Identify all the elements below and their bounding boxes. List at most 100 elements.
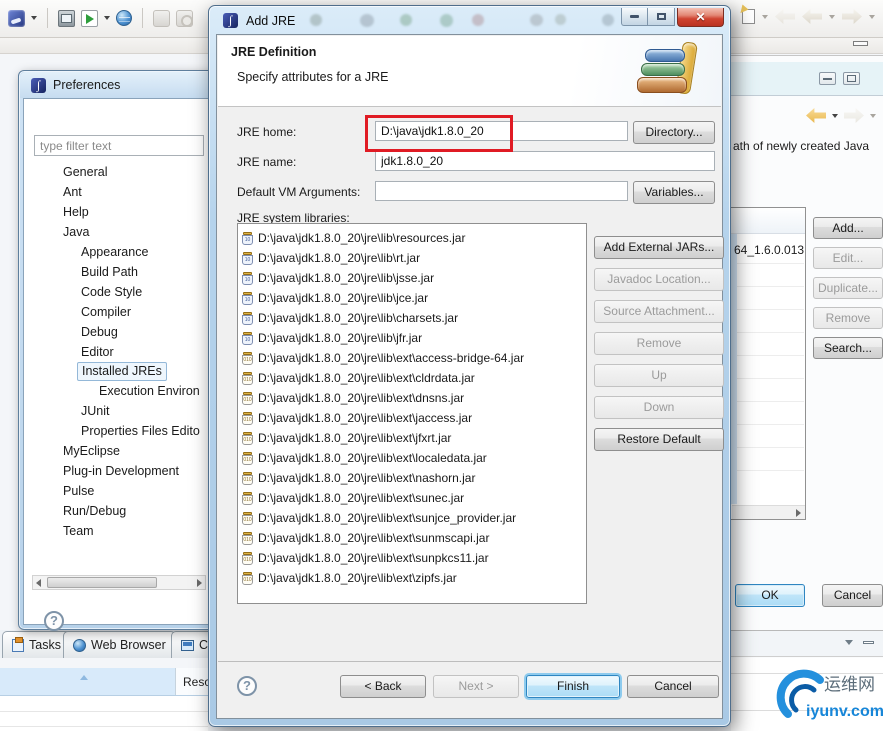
jre-table-row[interactable]: 64_1.6.0.013 [734, 243, 806, 257]
pref-tree-item-junit[interactable]: JUnit [81, 401, 109, 421]
source-attachment-button[interactable]: Source Attachment... [594, 300, 724, 323]
remove-button[interactable]: Remove [594, 332, 724, 355]
view-minimize-icon[interactable] [863, 641, 874, 644]
back-dropdown-icon[interactable] [829, 15, 835, 19]
jre-add-button[interactable]: Add... [813, 217, 883, 239]
jre-search-button[interactable]: Search... [813, 337, 883, 359]
pref-back-dropdown-icon[interactable] [832, 114, 838, 118]
web-browser-toolbar-icon[interactable] [116, 10, 132, 26]
pref-tree-item-ant[interactable]: Ant [63, 182, 82, 202]
view-menu-icon[interactable] [845, 640, 853, 645]
tab-tasks[interactable]: Tasks [2, 631, 71, 658]
run-server-icon[interactable] [81, 10, 98, 27]
scroll-right-icon[interactable] [197, 579, 202, 587]
tab-web-browser[interactable]: Web Browser [63, 631, 176, 658]
pref-tree-item-run-debug[interactable]: Run/Debug [63, 501, 126, 521]
variables-button[interactable]: Variables... [633, 181, 715, 204]
pref-forward-dropdown-icon[interactable] [870, 114, 876, 118]
library-list-item[interactable]: D:\java\jdk1.8.0_20\jre\lib\ext\cldrdata… [242, 368, 586, 388]
nav-dropdown-icon[interactable] [762, 15, 768, 19]
wizard-back-button[interactable]: < Back [340, 675, 426, 698]
pref-tree-item-code-style[interactable]: Code Style [81, 282, 142, 302]
filter-input[interactable] [34, 135, 204, 156]
pref-back-icon[interactable] [806, 108, 826, 123]
pref-tree-item-general[interactable]: General [63, 162, 107, 182]
jre-libraries-list[interactable]: D:\java\jdk1.8.0_20\jre\lib\resources.ja… [237, 223, 587, 604]
pref-tree-item-appearance[interactable]: Appearance [81, 242, 148, 262]
myeclipse-wizard-icon[interactable] [8, 10, 25, 27]
tree-hscrollbar[interactable] [32, 575, 206, 590]
tasks-table-header[interactable]: Reso [0, 668, 208, 696]
forward-dropdown-icon[interactable] [869, 15, 875, 19]
forward-icon[interactable] [842, 9, 862, 24]
back-icon[interactable] [802, 9, 822, 24]
back-disabled-icon[interactable] [775, 9, 795, 24]
deploy-server-icon[interactable] [58, 10, 75, 27]
pref-tree-item-installed-jres[interactable]: Installed JREs [77, 362, 167, 381]
ok-button[interactable]: OK [735, 584, 805, 607]
jre-edit-button[interactable]: Edit... [813, 247, 883, 269]
library-list-item[interactable]: D:\java\jdk1.8.0_20\jre\lib\ext\zipfs.ja… [242, 568, 586, 588]
wizard-finish-button[interactable]: Finish [526, 675, 620, 698]
wizard-next-button[interactable]: Next > [433, 675, 519, 698]
library-list-item[interactable]: D:\java\jdk1.8.0_20\jre\lib\ext\dnsns.ja… [242, 388, 586, 408]
publish-icon[interactable] [153, 10, 170, 27]
view-minimize-icon[interactable] [819, 72, 836, 85]
library-list-item[interactable]: D:\java\jdk1.8.0_20\jre\lib\jce.jar [242, 288, 586, 308]
pref-forward-icon[interactable] [844, 108, 864, 123]
library-list-item[interactable]: D:\java\jdk1.8.0_20\jre\lib\ext\nashorn.… [242, 468, 586, 488]
vm-arguments-input[interactable] [375, 181, 628, 201]
pref-tree-item-help[interactable]: Help [63, 202, 89, 222]
up-button[interactable]: Up [594, 364, 724, 387]
pref-tree-item-editor[interactable]: Editor [81, 342, 114, 362]
library-list-item[interactable]: D:\java\jdk1.8.0_20\jre\lib\ext\sunmscap… [242, 528, 586, 548]
minimized-view-bar[interactable] [853, 41, 868, 46]
library-list-item[interactable]: D:\java\jdk1.8.0_20\jre\lib\resources.ja… [242, 228, 586, 248]
library-list-item[interactable]: D:\java\jdk1.8.0_20\jre\lib\ext\jfxrt.ja… [242, 428, 586, 448]
view-maximize-icon[interactable] [843, 72, 860, 85]
library-list-item[interactable]: D:\java\jdk1.8.0_20\jre\lib\ext\sunec.ja… [242, 488, 586, 508]
jre-table-hscrollbar[interactable] [732, 505, 805, 519]
pref-tree-item-build-path[interactable]: Build Path [81, 262, 138, 282]
help-icon[interactable]: ? [44, 611, 64, 631]
pref-tree-item-plug-in-development[interactable]: Plug-in Development [63, 461, 179, 481]
jre-name-input[interactable] [375, 151, 715, 171]
library-list-item[interactable]: D:\java\jdk1.8.0_20\jre\lib\jsse.jar [242, 268, 586, 288]
minimize-icon[interactable] [621, 8, 648, 26]
run-dropdown-icon[interactable] [104, 16, 110, 20]
pref-tree-item-pulse[interactable]: Pulse [63, 481, 94, 501]
close-icon[interactable]: ✕ [677, 8, 724, 27]
help-icon[interactable]: ? [237, 676, 257, 696]
library-list-item[interactable]: D:\java\jdk1.8.0_20\jre\lib\jfr.jar [242, 328, 586, 348]
library-list-item[interactable]: D:\java\jdk1.8.0_20\jre\lib\ext\access-b… [242, 348, 586, 368]
jre-remove-button[interactable]: Remove [813, 307, 883, 329]
library-list-item[interactable]: D:\java\jdk1.8.0_20\jre\lib\charsets.jar [242, 308, 586, 328]
scroll-right-icon[interactable] [796, 509, 801, 517]
pref-tree-item-myeclipse[interactable]: MyEclipse [63, 441, 120, 461]
tasks-column-header-label[interactable]: Reso [183, 675, 211, 689]
pref-tree-item-properties-files-edito[interactable]: Properties Files Edito [81, 421, 200, 441]
cancel-button[interactable]: Cancel [822, 584, 883, 607]
library-list-item[interactable]: D:\java\jdk1.8.0_20\jre\lib\ext\jaccess.… [242, 408, 586, 428]
scroll-left-icon[interactable] [36, 579, 41, 587]
pref-tree-item-execution-environ[interactable]: Execution Environ [99, 381, 200, 401]
last-edit-location-icon[interactable] [742, 9, 755, 24]
wizard-dropdown-icon[interactable] [31, 16, 37, 20]
sync-icon[interactable] [176, 10, 193, 27]
tasks-sorted-column-header[interactable] [0, 668, 176, 695]
directory-button[interactable]: Directory... [633, 121, 715, 144]
restore-default-button[interactable]: Restore Default [594, 428, 724, 451]
down-button[interactable]: Down [594, 396, 724, 419]
scrollbar-thumb[interactable] [47, 577, 157, 588]
pref-tree-item-compiler[interactable]: Compiler [81, 302, 131, 322]
library-list-item[interactable]: D:\java\jdk1.8.0_20\jre\lib\ext\sunpkcs1… [242, 548, 586, 568]
library-list-item[interactable]: D:\java\jdk1.8.0_20\jre\lib\ext\localeda… [242, 448, 586, 468]
jre-table-header[interactable] [731, 208, 805, 234]
pref-tree-item-java[interactable]: Java [63, 222, 89, 242]
jre-duplicate-button[interactable]: Duplicate... [813, 277, 883, 299]
library-list-item[interactable]: D:\java\jdk1.8.0_20\jre\lib\rt.jar [242, 248, 586, 268]
wizard-cancel-button[interactable]: Cancel [627, 675, 719, 698]
add-external-jars-button[interactable]: Add External JARs... [594, 236, 724, 259]
maximize-icon[interactable] [648, 8, 675, 26]
pref-tree-item-debug[interactable]: Debug [81, 322, 118, 342]
